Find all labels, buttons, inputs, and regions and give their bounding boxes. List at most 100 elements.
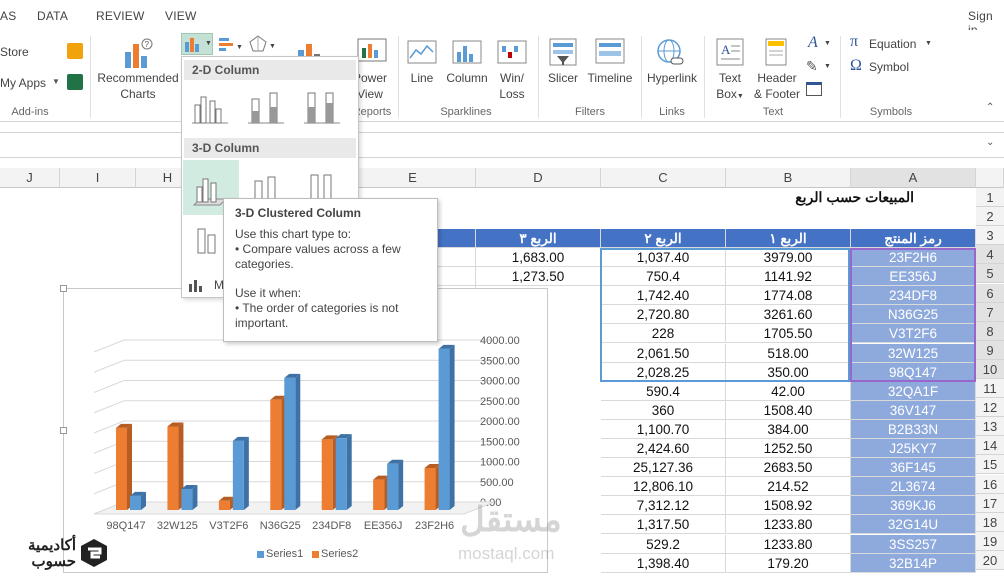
row-header[interactable]: 6 [976,283,1004,303]
formula-bar[interactable]: ⌄ [0,132,1004,158]
cell-b[interactable]: 1508.92 [726,496,851,516]
tab-page-layout[interactable]: AS [0,9,16,23]
column-header-j[interactable]: J [0,168,60,188]
cell-b[interactable]: 1508.40 [726,400,851,420]
equation-button[interactable]: Equation [869,36,916,52]
cell-c[interactable]: 12,806.10 [601,477,726,497]
header-q2[interactable]: الربع ٢ [601,229,726,248]
cell-product-code[interactable]: 3SS257 [851,534,976,554]
sheet-title[interactable]: المبيعات حسب الربع [726,188,976,207]
cell-d[interactable]: 1,273.50 [476,267,601,287]
row-header[interactable]: 3 [976,226,1004,246]
text-box-button[interactable]: Text Box▼ [712,70,748,105]
row-header[interactable]: 12 [976,398,1004,418]
column-header-b[interactable]: B [726,168,851,188]
header-product-code[interactable]: رمز المنتج [851,229,976,248]
cell-b[interactable]: 384.00 [726,419,851,439]
row-header[interactable]: 10 [976,359,1004,379]
svg-text:?: ? [145,40,150,49]
radar-chart-icon[interactable]: ▼ [249,35,277,53]
my-apps-button[interactable]: My Apps [0,75,46,91]
links-group-label: Links [659,106,685,118]
column-header-a[interactable]: A [851,168,976,188]
row-header[interactable]: 17 [976,493,1004,513]
row-header[interactable]: 9 [976,340,1004,360]
wordart-icon[interactable]: A [808,34,818,52]
tab-view[interactable]: VIEW [165,9,196,23]
cell-c[interactable]: 590.4 [601,381,726,401]
cell-product-code[interactable]: 36F145 [851,458,976,478]
cell-b[interactable]: 2683.50 [726,458,851,478]
row-header[interactable]: 13 [976,417,1004,437]
cell-product-code[interactable]: 369KJ6 [851,496,976,516]
row-header[interactable]: 15 [976,455,1004,475]
bar-chart-icon[interactable]: ▼ [218,36,244,52]
cell-c[interactable]: 1,100.70 [601,419,726,439]
chart-resize-handle[interactable] [60,285,67,292]
symbol-button[interactable]: Symbol [869,59,909,75]
timeline-button[interactable]: Timeline [584,70,636,86]
row-header[interactable]: 1 [976,188,1004,207]
slicer-button[interactable]: Slicer [544,70,582,86]
row-header[interactable]: 18 [976,512,1004,532]
row-header[interactable]: 20 [976,550,1004,570]
cell-b[interactable]: 179.20 [726,553,851,573]
cell-b[interactable]: 42.00 [726,381,851,401]
cell-product-code[interactable]: 2L3674 [851,477,976,497]
cell-b[interactable]: 1233.80 [726,534,851,554]
cell-product-code[interactable]: 36V147 [851,400,976,420]
stacked-column-2d-icon[interactable] [246,87,286,127]
column-header-e[interactable]: E [350,168,476,188]
sparkline-winloss-button[interactable]: Win/ Loss [495,70,529,102]
sparkline-column-button[interactable]: Column [442,70,492,86]
row-header[interactable]: 16 [976,474,1004,494]
row-header[interactable]: 14 [976,436,1004,456]
row-header[interactable]: 8 [976,321,1004,341]
cell-b[interactable]: 1252.50 [726,439,851,458]
column-header-d[interactable]: D [476,168,601,188]
cell-product-code[interactable]: J25KY7 [851,439,976,458]
collapse-ribbon-icon[interactable]: ⌃ [986,102,994,113]
header-footer-button[interactable]: Header & Footer [748,70,806,102]
row-header[interactable]: 2 [976,207,1004,227]
row-header[interactable]: 5 [976,264,1004,284]
row-header[interactable]: 11 [976,379,1004,398]
cell-c[interactable]: 7,312.12 [601,496,726,516]
recommended-charts-button[interactable]: Recommended Charts [94,70,182,102]
cell-c[interactable]: 1,398.40 [601,553,726,573]
cell-b[interactable]: 214.52 [726,477,851,497]
sparkline-line-button[interactable]: Line [406,70,438,86]
cell-d[interactable]: 1,683.00 [476,248,601,267]
cell-product-code[interactable]: 32G14U [851,515,976,535]
cell-c[interactable]: 1,317.50 [601,515,726,535]
signature-line-icon[interactable]: ✎ [806,58,818,75]
expand-formula-bar-icon[interactable]: ⌄ [986,137,994,148]
cell-c[interactable]: 2,424.60 [601,439,726,458]
cell-c[interactable]: 529.2 [601,534,726,554]
cell-product-code[interactable]: 32B14P [851,553,976,573]
clustered-column-2d-icon[interactable] [190,87,230,127]
select-all-corner[interactable] [976,168,1004,188]
cell-b[interactable]: 1233.80 [726,515,851,535]
chart-resize-handle[interactable] [60,427,67,434]
hyperlink-button[interactable]: Hyperlink [644,70,700,86]
cell-c[interactable]: 25,127.36 [601,458,726,478]
bar-side [243,436,249,510]
header-q3[interactable]: الربع ٣ [476,229,601,248]
cell-product-code[interactable]: 32QA1F [851,381,976,401]
percent-stacked-column-2d-icon[interactable] [302,87,342,127]
cell-product-code[interactable]: B2B33N [851,419,976,439]
column-header-c[interactable]: C [601,168,726,188]
row-header[interactable]: 4 [976,245,1004,265]
tab-review[interactable]: REVIEW [96,9,145,23]
store-button[interactable]: Store [0,44,29,60]
cell-c[interactable]: 360 [601,400,726,420]
y-tick-label: 3500.00 [480,355,520,367]
tab-data[interactable]: DATA [37,9,68,23]
header-q1[interactable]: الربع ١ [726,229,851,248]
object-icon[interactable] [806,82,822,96]
row-header[interactable]: 7 [976,302,1004,322]
row-header[interactable]: 19 [976,531,1004,551]
column-header-i[interactable]: I [60,168,136,188]
tooltip-use-item: • Compare values across a few categories… [235,242,401,271]
